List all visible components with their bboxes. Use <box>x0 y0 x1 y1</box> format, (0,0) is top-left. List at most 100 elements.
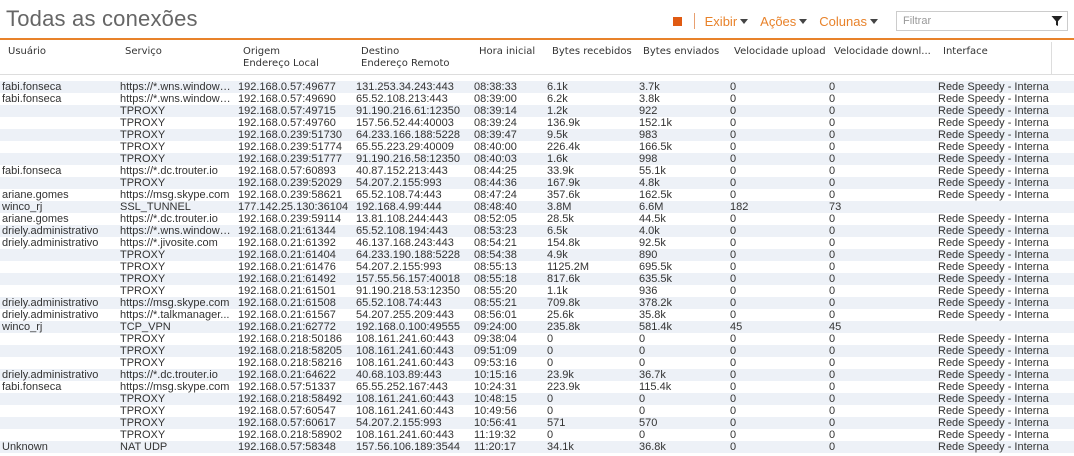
filter-input[interactable] <box>903 15 1033 27</box>
stop-icon[interactable] <box>672 16 682 26</box>
table-row[interactable]: TPROXY 192.168.0.239:51730 64.233.166.188:… <box>0 129 1074 141</box>
table-cell: SSL_TUNNEL <box>120 201 191 213</box>
column-header-label: Serviço <box>125 46 162 57</box>
column-header-8[interactable]: Velocidade downl... <box>834 46 931 58</box>
table-row[interactable]: driely.administrativo https://*.talkmanag… <box>0 309 1074 321</box>
column-header-9[interactable]: Interface <box>943 46 988 58</box>
table-row[interactable]: TPROXY 192.168.0.21:61404 64.233.190.188:5… <box>0 249 1074 261</box>
table-cell: 0 <box>829 105 836 117</box>
table-row[interactable]: Unknown NAT UDP 192.168.0.57:58348 157.56.1… <box>0 441 1074 453</box>
column-header-sublabel: Endereço Local <box>243 58 319 69</box>
menu-colunas[interactable]: Colunas <box>819 14 878 29</box>
table-cell: 34.1k <box>547 441 574 453</box>
table-cell: 192.168.0.21:61501 <box>238 285 336 297</box>
table-row[interactable]: fabi.fonseca https://msg.skype.com 192.168… <box>0 381 1074 393</box>
column-header-sublabel: Endereço Remoto <box>361 58 450 69</box>
menu-acoes[interactable]: Ações <box>760 14 808 29</box>
table-cell: 192.168.0.239:51777 <box>238 153 342 165</box>
column-header-0[interactable]: Usuário <box>8 46 46 58</box>
table-row[interactable]: driely.administrativo https://msg.skype.c… <box>0 297 1074 309</box>
table-row[interactable]: TPROXY 192.168.0.57:60617 54.207.2.155:993… <box>0 417 1074 429</box>
table-row[interactable]: ariane.gomes https://*.dc.trouter.io 192.1… <box>0 213 1074 225</box>
table-cell: 192.168.0.239:52029 <box>238 177 342 189</box>
table-row[interactable]: TPROXY 192.168.0.239:51777 91.190.216.58:1… <box>0 153 1074 165</box>
table-cell: 0 <box>730 297 737 309</box>
table-cell: 570 <box>639 417 658 429</box>
table-row[interactable]: ariane.gomes https://msg.skype.com 192.168… <box>0 189 1074 201</box>
table-row[interactable]: driely.administrativo https://*.wns.windo… <box>0 225 1074 237</box>
column-header-2[interactable]: Origem Endereço Local <box>243 46 319 70</box>
table-cell: TPROXY <box>120 285 166 297</box>
table-cell: 182 <box>730 201 749 213</box>
table-cell: https://*.dc.trouter.io <box>120 369 218 381</box>
table-cell: 0 <box>730 357 737 369</box>
table-row[interactable]: TPROXY 192.168.0.239:52029 54.207.2.155:99… <box>0 177 1074 189</box>
table-row[interactable]: TPROXY 192.168.0.218:58205 108.161.241.60:… <box>0 345 1074 357</box>
table-row[interactable]: TPROXY 192.168.0.21:61501 91.190.218.53:12… <box>0 285 1074 297</box>
table-cell: 0 <box>829 429 836 441</box>
column-header-7[interactable]: Velocidade upload <box>734 46 826 58</box>
table-cell: TPROXY <box>120 417 166 429</box>
table-cell: 192.168.0.57:60617 <box>238 417 336 429</box>
table-cell: 0 <box>730 405 737 417</box>
table-row[interactable]: TPROXY 192.168.0.57:60547 108.161.241.60:4… <box>0 405 1074 417</box>
table-cell: 0 <box>829 153 836 165</box>
table-cell: Rede Speedy - Interna <box>938 261 1049 273</box>
column-header-4[interactable]: Hora inicial <box>479 46 535 58</box>
table-row[interactable]: winco_rj TCP_VPN 192.168.0.21:62772 192.168… <box>0 321 1074 333</box>
table-cell: 108.161.241.60:443 <box>356 393 454 405</box>
table-row[interactable]: TPROXY 192.168.0.218:58492 108.161.241.60:… <box>0 393 1074 405</box>
table-cell: Rede Speedy - Interna <box>938 441 1049 453</box>
table-cell: Rede Speedy - Interna <box>938 141 1049 153</box>
table-row[interactable]: TPROXY 192.168.0.21:61476 54.207.2.155:993… <box>0 261 1074 273</box>
table-row[interactable]: fabi.fonseca https://*.wns.windows... 192.… <box>0 93 1074 105</box>
table-row[interactable]: TPROXY 192.168.0.218:58216 108.161.241.60:… <box>0 357 1074 369</box>
table-cell: 0 <box>829 393 836 405</box>
column-header-3[interactable]: Destino Endereço Remoto <box>361 46 450 70</box>
chevron-down-icon <box>870 18 878 24</box>
menu-exibir[interactable]: Exibir <box>705 14 749 29</box>
table-cell: 0 <box>547 429 554 441</box>
funnel-icon[interactable] <box>1051 15 1063 27</box>
table-cell: 3.7k <box>639 81 660 93</box>
table-cell: 08:53:23 <box>474 225 517 237</box>
table-cell: 1.1k <box>547 285 568 297</box>
table-row[interactable]: driely.administrativo https://*.jivosite.… <box>0 237 1074 249</box>
table-row[interactable]: TPROXY 192.168.0.57:49760 157.56.52.44:400… <box>0 117 1074 129</box>
table-cell: 65.52.108.194:443 <box>356 225 448 237</box>
table-row[interactable]: fabi.fonseca https://*.dc.trouter.io 192.1… <box>0 165 1074 177</box>
table-cell: 0 <box>829 165 836 177</box>
table-cell: 28.5k <box>547 213 574 225</box>
table-cell: 108.161.241.60:443 <box>356 357 454 369</box>
table-cell: 10:48:15 <box>474 393 517 405</box>
table-row[interactable]: TPROXY 192.168.0.57:49715 91.190.216.61:12… <box>0 105 1074 117</box>
column-header-5[interactable]: Bytes recebidos <box>552 46 632 58</box>
table-cell: 54.207.255.209:443 <box>356 309 454 321</box>
table-cell: 0 <box>730 237 737 249</box>
table-cell: 0 <box>829 117 836 129</box>
table-cell: 0 <box>730 429 737 441</box>
table-row[interactable]: driely.administrativo https://*.dc.troute… <box>0 369 1074 381</box>
table-cell: 226.4k <box>547 141 581 153</box>
table-cell: https://*.jivosite.com <box>120 237 218 249</box>
column-header-1[interactable]: Serviço <box>125 46 162 58</box>
table-cell: 40.68.103.89:443 <box>356 369 442 381</box>
table-row[interactable]: TPROXY 192.168.0.218:58902 108.161.241.60:… <box>0 429 1074 441</box>
table-cell: 192.168.0.57:49760 <box>238 117 336 129</box>
table-cell: Rede Speedy - Interna <box>938 105 1049 117</box>
table-cell: 0 <box>730 105 737 117</box>
table-cell: 54.207.2.155:993 <box>356 261 442 273</box>
table-row[interactable]: TPROXY 192.168.0.239:51774 65.55.223.29:40… <box>0 141 1074 153</box>
table-cell: 157.56.106.189:3544 <box>356 441 460 453</box>
table-row[interactable]: TPROXY 192.168.0.21:61492 157.55.56.157:40… <box>0 273 1074 285</box>
table-row[interactable]: TPROXY 192.168.0.218:50186 108.161.241.60:… <box>0 333 1074 345</box>
table-row[interactable]: fabi.fonseca https://*.wns.windows... 192.… <box>0 81 1074 93</box>
table-cell: Rede Speedy - Interna <box>938 129 1049 141</box>
table-cell: Rede Speedy - Interna <box>938 381 1049 393</box>
table-cell: 64.233.190.188:5228 <box>356 249 460 261</box>
table-cell: 33.9k <box>547 165 574 177</box>
table-cell: 46.137.168.243:443 <box>356 237 454 249</box>
table-row[interactable]: winco_rj SSL_TUNNEL 177.142.25.130:36104 19… <box>0 201 1074 213</box>
column-header-6[interactable]: Bytes enviados <box>643 46 719 58</box>
table-cell: 65.52.108.213:443 <box>356 93 448 105</box>
